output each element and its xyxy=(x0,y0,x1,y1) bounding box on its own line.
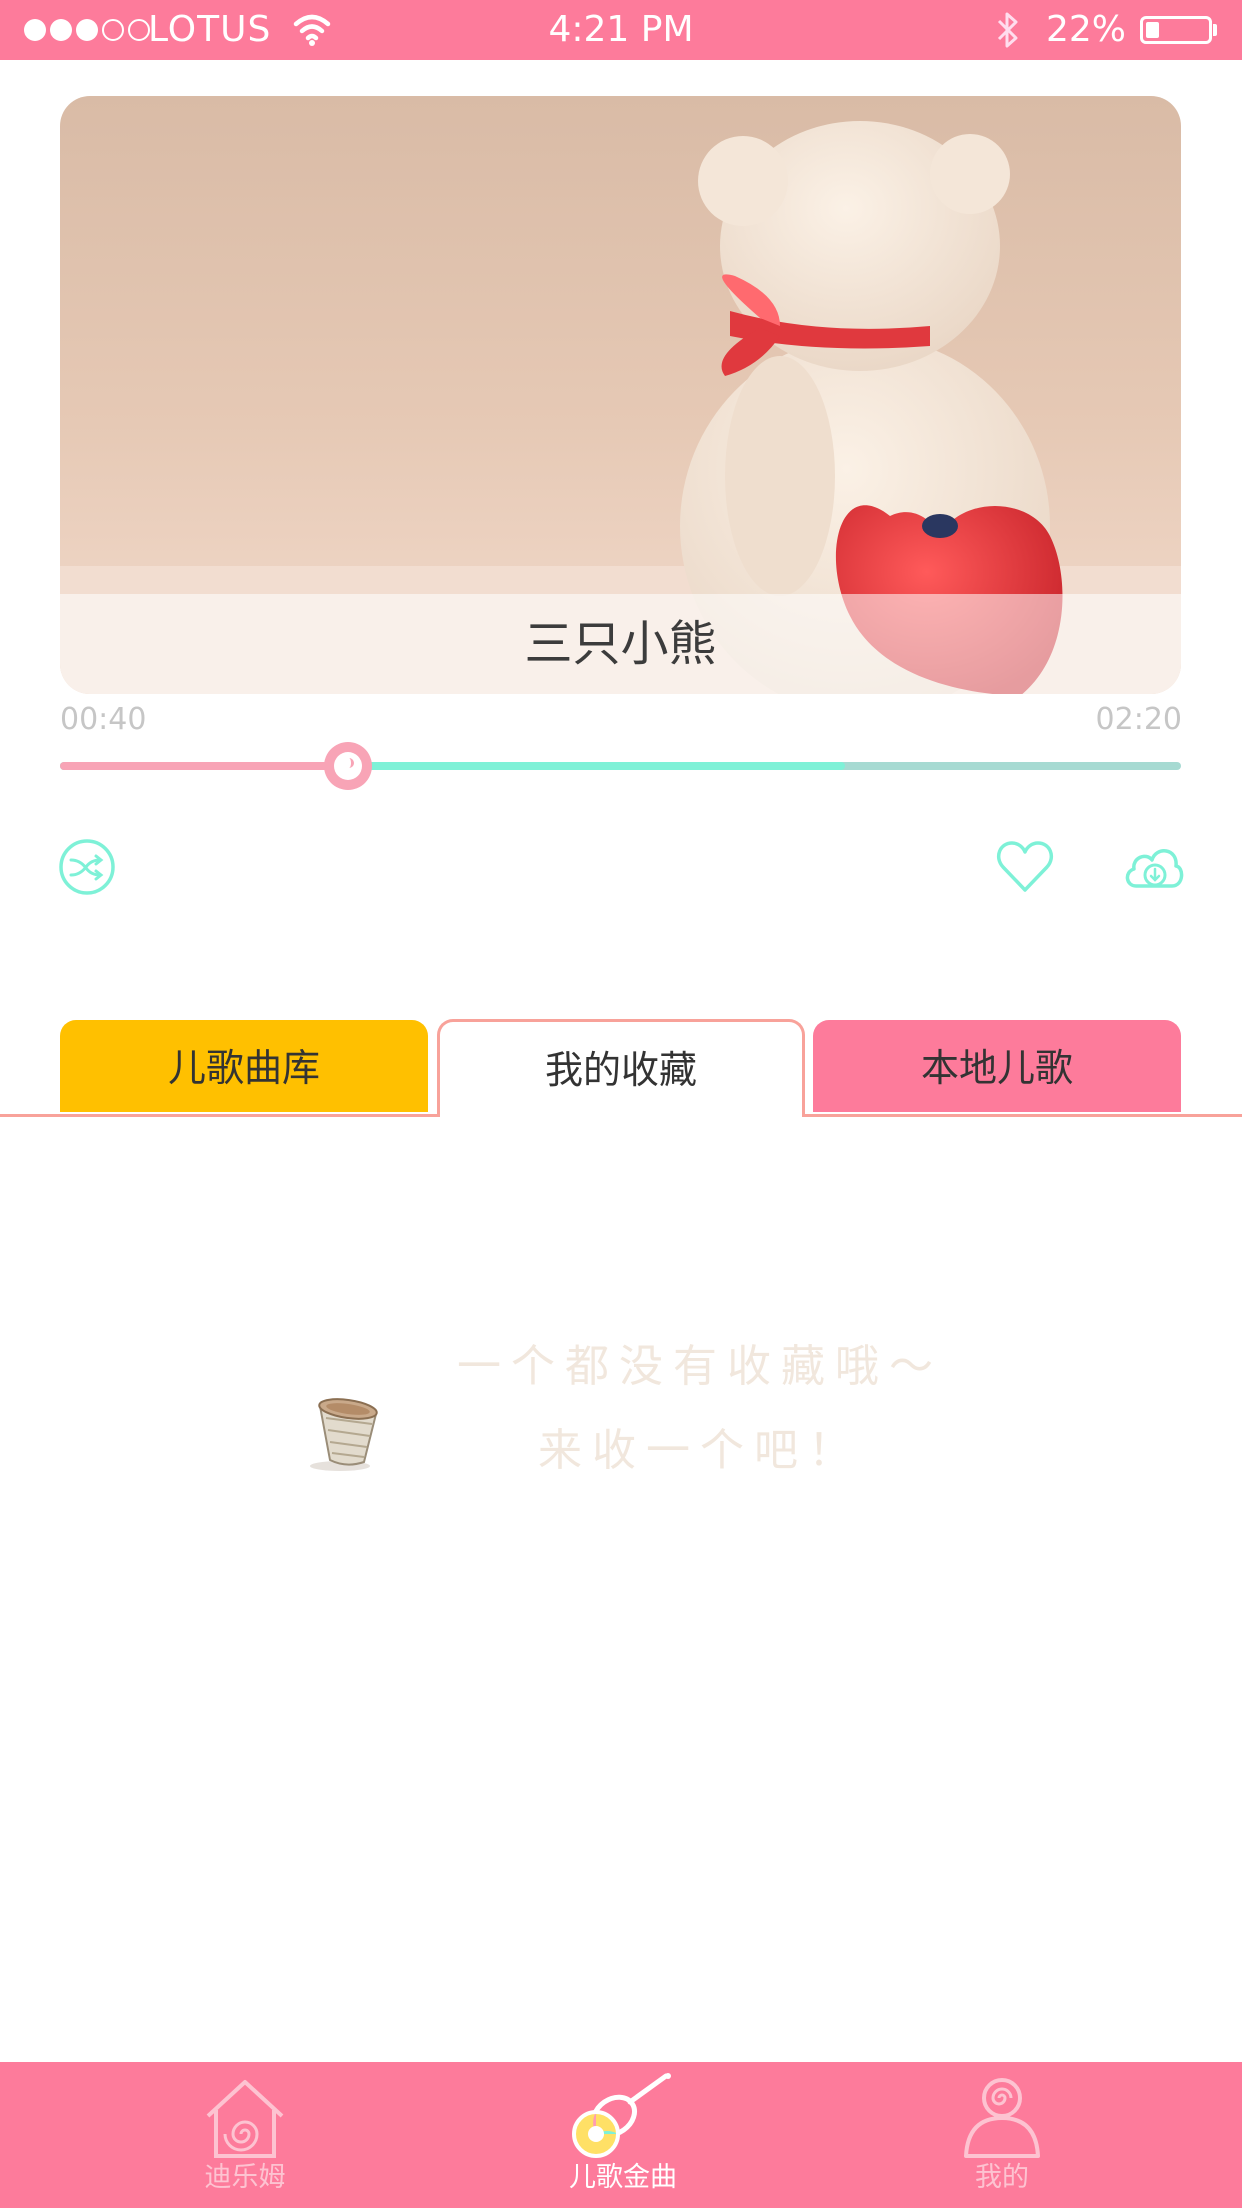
tab-my-favorites[interactable]: 我的收藏 xyxy=(437,1019,805,1117)
played-bar xyxy=(60,762,349,770)
tab-song-library[interactable]: 儿歌曲库 xyxy=(60,1020,428,1112)
empty-message-line2: 来收一个吧！ xyxy=(538,1425,862,1476)
nav-label-home: 迪乐姆 xyxy=(204,2162,286,2193)
bluetooth-icon xyxy=(994,10,1022,54)
shuffle-icon[interactable] xyxy=(58,838,116,900)
heart-icon[interactable] xyxy=(996,838,1054,898)
album-cover[interactable]: 三只小熊 xyxy=(60,96,1181,694)
total-time: 02:20 xyxy=(1095,702,1182,737)
nav-item-songs[interactable]: 儿歌金曲 xyxy=(473,2062,773,2208)
status-bar: LOTUS 4:21 PM 22% xyxy=(0,0,1242,60)
nav-item-profile[interactable]: 我的 xyxy=(852,2062,1152,2208)
bottom-nav-bar: 迪乐姆 儿歌金曲 我的 xyxy=(0,2062,1242,2208)
progress-slider-handle[interactable] xyxy=(324,742,373,790)
empty-message-line1: 一个都没有收藏哦～ xyxy=(457,1341,943,1392)
cloud-download-icon[interactable] xyxy=(1122,838,1184,898)
nav-label-profile: 我的 xyxy=(975,2162,1029,2193)
profile-icon xyxy=(964,2078,1040,2158)
progress-track[interactable] xyxy=(60,742,1181,790)
battery-cap xyxy=(1213,24,1217,36)
nav-item-home[interactable]: 迪乐姆 xyxy=(95,2062,395,2208)
home-icon xyxy=(206,2080,284,2158)
tab-local-songs[interactable]: 本地儿歌 xyxy=(813,1020,1181,1112)
nav-label-songs: 儿歌金曲 xyxy=(569,2162,677,2193)
battery-percent: 22% xyxy=(1046,9,1127,50)
basket-icon xyxy=(300,1384,396,1478)
guitar-icon xyxy=(572,2073,671,2158)
song-title: 三只小熊 xyxy=(60,594,1181,694)
battery-icon xyxy=(1140,16,1212,44)
current-time: 00:40 xyxy=(60,702,147,737)
